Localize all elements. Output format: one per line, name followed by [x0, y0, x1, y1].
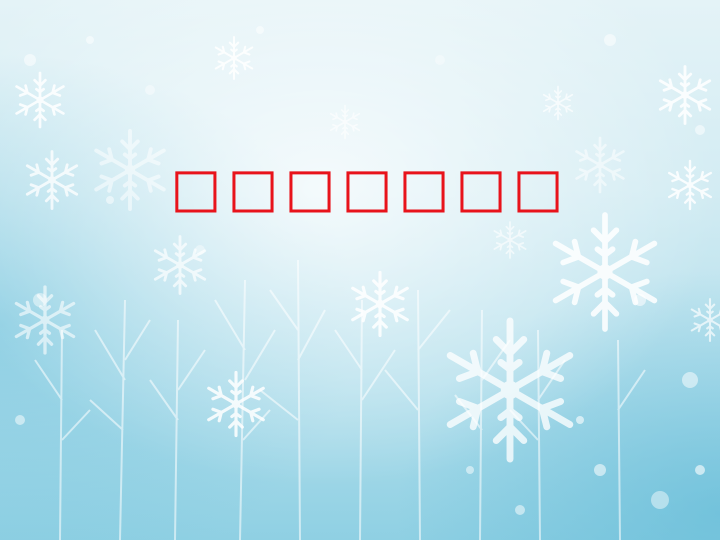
winter-background [0, 0, 720, 540]
slide-title: □□□□□□□ [170, 156, 570, 219]
title-box: □□□□□□□ [160, 156, 580, 220]
slide: □□□□□□□ [0, 0, 720, 540]
